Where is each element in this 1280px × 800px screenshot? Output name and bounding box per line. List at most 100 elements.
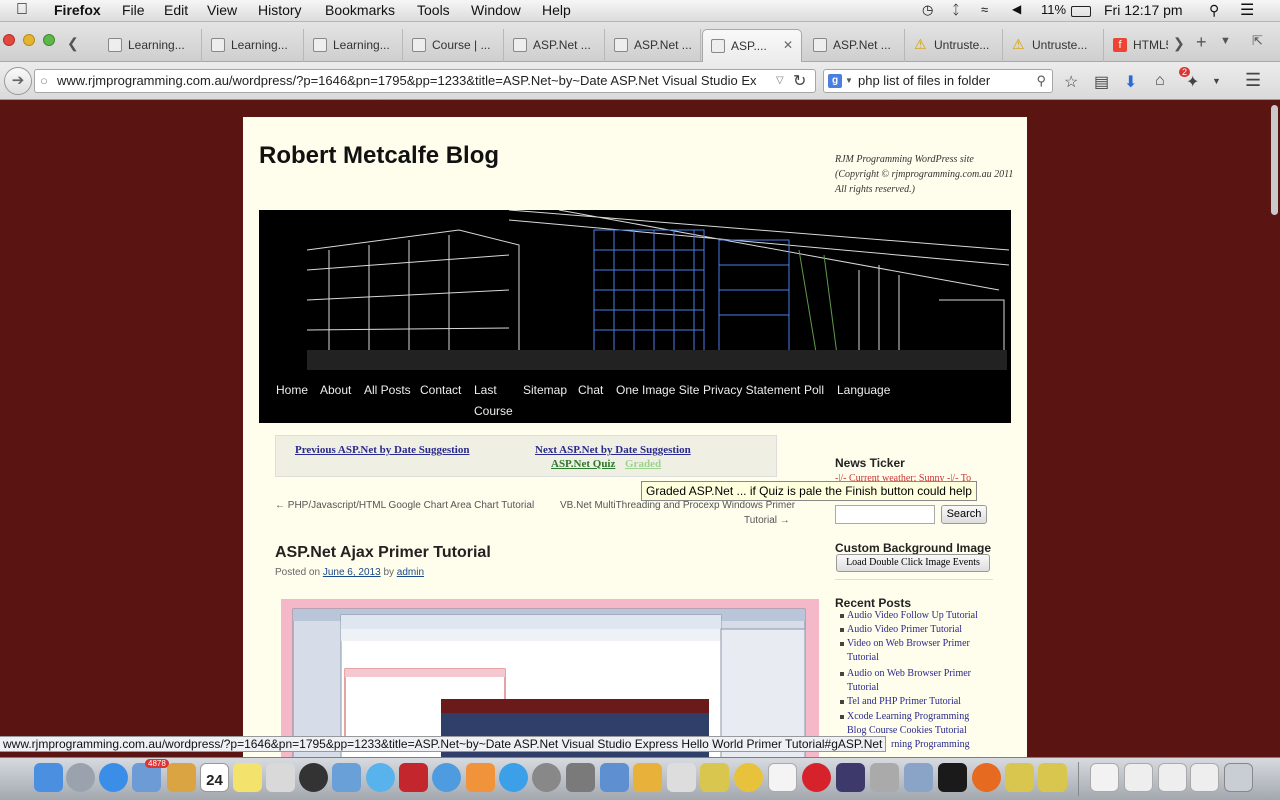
menu-history[interactable]: History (258, 2, 302, 18)
tab[interactable]: f HTML5 (1105, 29, 1168, 62)
menu-view[interactable]: View (207, 2, 237, 18)
minimize-window-button[interactable] (23, 34, 35, 46)
nav-chat[interactable]: Chat (578, 383, 603, 397)
app-icon[interactable] (1005, 763, 1034, 792)
bluetooth-icon[interactable]: ᛨ (952, 2, 960, 17)
next-post-link[interactable]: VB.Net MultiThreading and Procexp Window… (560, 500, 795, 511)
menu-edit[interactable]: Edit (164, 2, 188, 18)
preview-icon[interactable] (904, 763, 933, 792)
post-title[interactable]: ASP.Net Ajax Primer Tutorial (275, 544, 491, 562)
close-window-button[interactable] (3, 34, 15, 46)
contacts-icon[interactable] (167, 763, 196, 792)
zoom-window-button[interactable] (43, 34, 55, 46)
previous-post-link[interactable]: ← PHP/Javascript/HTML Google Chart Area … (275, 500, 534, 511)
search-bar[interactable]: g ▼ php list of files in folder ⚲ (823, 69, 1053, 93)
system-preferences-icon[interactable] (532, 763, 561, 792)
nav-language[interactable]: Language (837, 383, 890, 397)
messages-icon[interactable] (366, 763, 395, 792)
utility-icon[interactable] (870, 763, 899, 792)
notification-center-icon[interactable]: ☰ (1240, 0, 1254, 20)
tab[interactable]: Learning... (305, 29, 403, 62)
nav-privacy-statement[interactable]: Privacy Statement (703, 383, 800, 397)
addon-dropdown-icon[interactable]: ▼ (1212, 76, 1221, 86)
recent-post-link-cont[interactable]: Tutorial (847, 681, 879, 694)
opera-icon[interactable] (802, 763, 831, 792)
engine-dropdown-icon[interactable]: ▼ (845, 70, 853, 92)
minimized-window-icon[interactable] (1158, 763, 1187, 792)
chrome-document-icon[interactable] (1090, 763, 1119, 792)
site-identity-icon[interactable]: ○ (40, 70, 48, 92)
menu-file[interactable]: File (122, 2, 145, 18)
tab[interactable]: Learning... (203, 29, 304, 62)
recent-post-link-cont[interactable]: Tutorial (847, 651, 879, 664)
search-button[interactable]: Search (941, 505, 987, 524)
post-date-link[interactable]: June 6, 2013 (323, 567, 381, 578)
tab[interactable]: ⚠ Untruste... (1004, 29, 1104, 62)
tab-scroll-right-icon[interactable]: ❯ (1173, 35, 1185, 52)
tab[interactable]: ASP.Net ... (606, 29, 701, 62)
app-icon[interactable] (700, 763, 729, 792)
all-tabs-dropdown-icon[interactable]: ▼ (1220, 35, 1231, 47)
clock[interactable]: Fri 12:17 pm (1104, 2, 1183, 18)
recent-post-link[interactable]: Video on Web Browser Primer (847, 637, 970, 650)
terminal-icon[interactable] (938, 763, 967, 792)
nav-all-posts[interactable]: All Posts (364, 383, 411, 397)
nav-sitemap[interactable]: Sitemap (523, 383, 567, 397)
recent-post-link[interactable]: Audio Video Primer Tutorial (847, 623, 962, 636)
tab-active[interactable]: ASP.... ✕ (702, 29, 802, 62)
back-button[interactable]: ➔ (4, 67, 32, 95)
gimp-icon[interactable] (566, 763, 595, 792)
app-menu[interactable]: Firefox (54, 2, 101, 18)
calendar-icon[interactable]: 24 (200, 763, 229, 792)
bookmarks-list-icon[interactable]: ▤ (1094, 72, 1109, 92)
photos-icon[interactable] (332, 763, 361, 792)
mamp-icon[interactable] (633, 763, 662, 792)
nav-poll[interactable]: Poll (804, 383, 824, 397)
load-image-events-button[interactable]: Load Double Click Image Events (836, 554, 990, 572)
fullscreen-icon[interactable]: ⇱ (1252, 33, 1263, 49)
volume-icon[interactable]: ◀ (1012, 2, 1021, 16)
url-dropdown-icon[interactable]: ▽ (776, 75, 784, 86)
next-post-link-cont[interactable]: Tutorial → (744, 515, 790, 526)
tab[interactable]: Course | ... (404, 29, 504, 62)
next-suggestion-link[interactable]: Next ASP.Net by Date Suggestion (535, 444, 691, 456)
finder-icon[interactable] (34, 763, 63, 792)
photo-booth-icon[interactable] (399, 763, 428, 792)
recent-post-link[interactable]: Audio Video Follow Up Tutorial (847, 609, 978, 622)
facetime-icon[interactable] (299, 763, 328, 792)
tab[interactable]: ASP.Net ... (805, 29, 905, 62)
app-store-icon[interactable] (499, 763, 528, 792)
quiz-link[interactable]: ASP.Net Quiz (551, 458, 615, 470)
addon-icon[interactable]: ✦ (1186, 72, 1199, 92)
firefox-icon[interactable] (972, 763, 1001, 792)
site-title[interactable]: Robert Metcalfe Blog (259, 142, 499, 170)
author-link[interactable]: admin (397, 567, 424, 578)
battery-icon[interactable] (1071, 6, 1091, 17)
previous-suggestion-link[interactable]: Previous ASP.Net by Date Suggestion (295, 444, 470, 456)
apple-menu-icon[interactable]:  (16, 1, 28, 19)
menu-icon[interactable]: ☰ (1245, 70, 1261, 91)
document-icon[interactable] (768, 763, 797, 792)
tab-scroll-left-icon[interactable]: ❮ (67, 35, 79, 52)
menu-tools[interactable]: Tools (417, 2, 450, 18)
trash-icon[interactable] (1224, 763, 1253, 792)
tab[interactable]: ASP.Net ... (505, 29, 605, 62)
menu-window[interactable]: Window (471, 2, 521, 18)
tab[interactable]: ⚠ Untruste... (906, 29, 1003, 62)
bookmark-star-icon[interactable]: ☆ (1064, 72, 1078, 92)
downloads-icon[interactable]: ⬇ (1124, 72, 1137, 92)
recent-post-link[interactable]: Tel and PHP Primer Tutorial (847, 695, 961, 708)
filezilla-icon[interactable] (667, 763, 696, 792)
nav-course[interactable]: Course (474, 404, 513, 418)
nav-one-image-site[interactable]: One Image Site (616, 383, 699, 397)
sidebar-search-input[interactable] (835, 505, 935, 524)
notes-icon[interactable] (233, 763, 262, 792)
xcode-icon[interactable] (600, 763, 629, 792)
ibooks-icon[interactable] (466, 763, 495, 792)
itunes-icon[interactable] (432, 763, 461, 792)
nav-contact[interactable]: Contact (420, 383, 461, 397)
imovie-icon[interactable] (836, 763, 865, 792)
recent-post-link[interactable]: rning Programming (891, 738, 970, 751)
nav-home[interactable]: Home (276, 383, 308, 397)
menu-help[interactable]: Help (542, 2, 571, 18)
